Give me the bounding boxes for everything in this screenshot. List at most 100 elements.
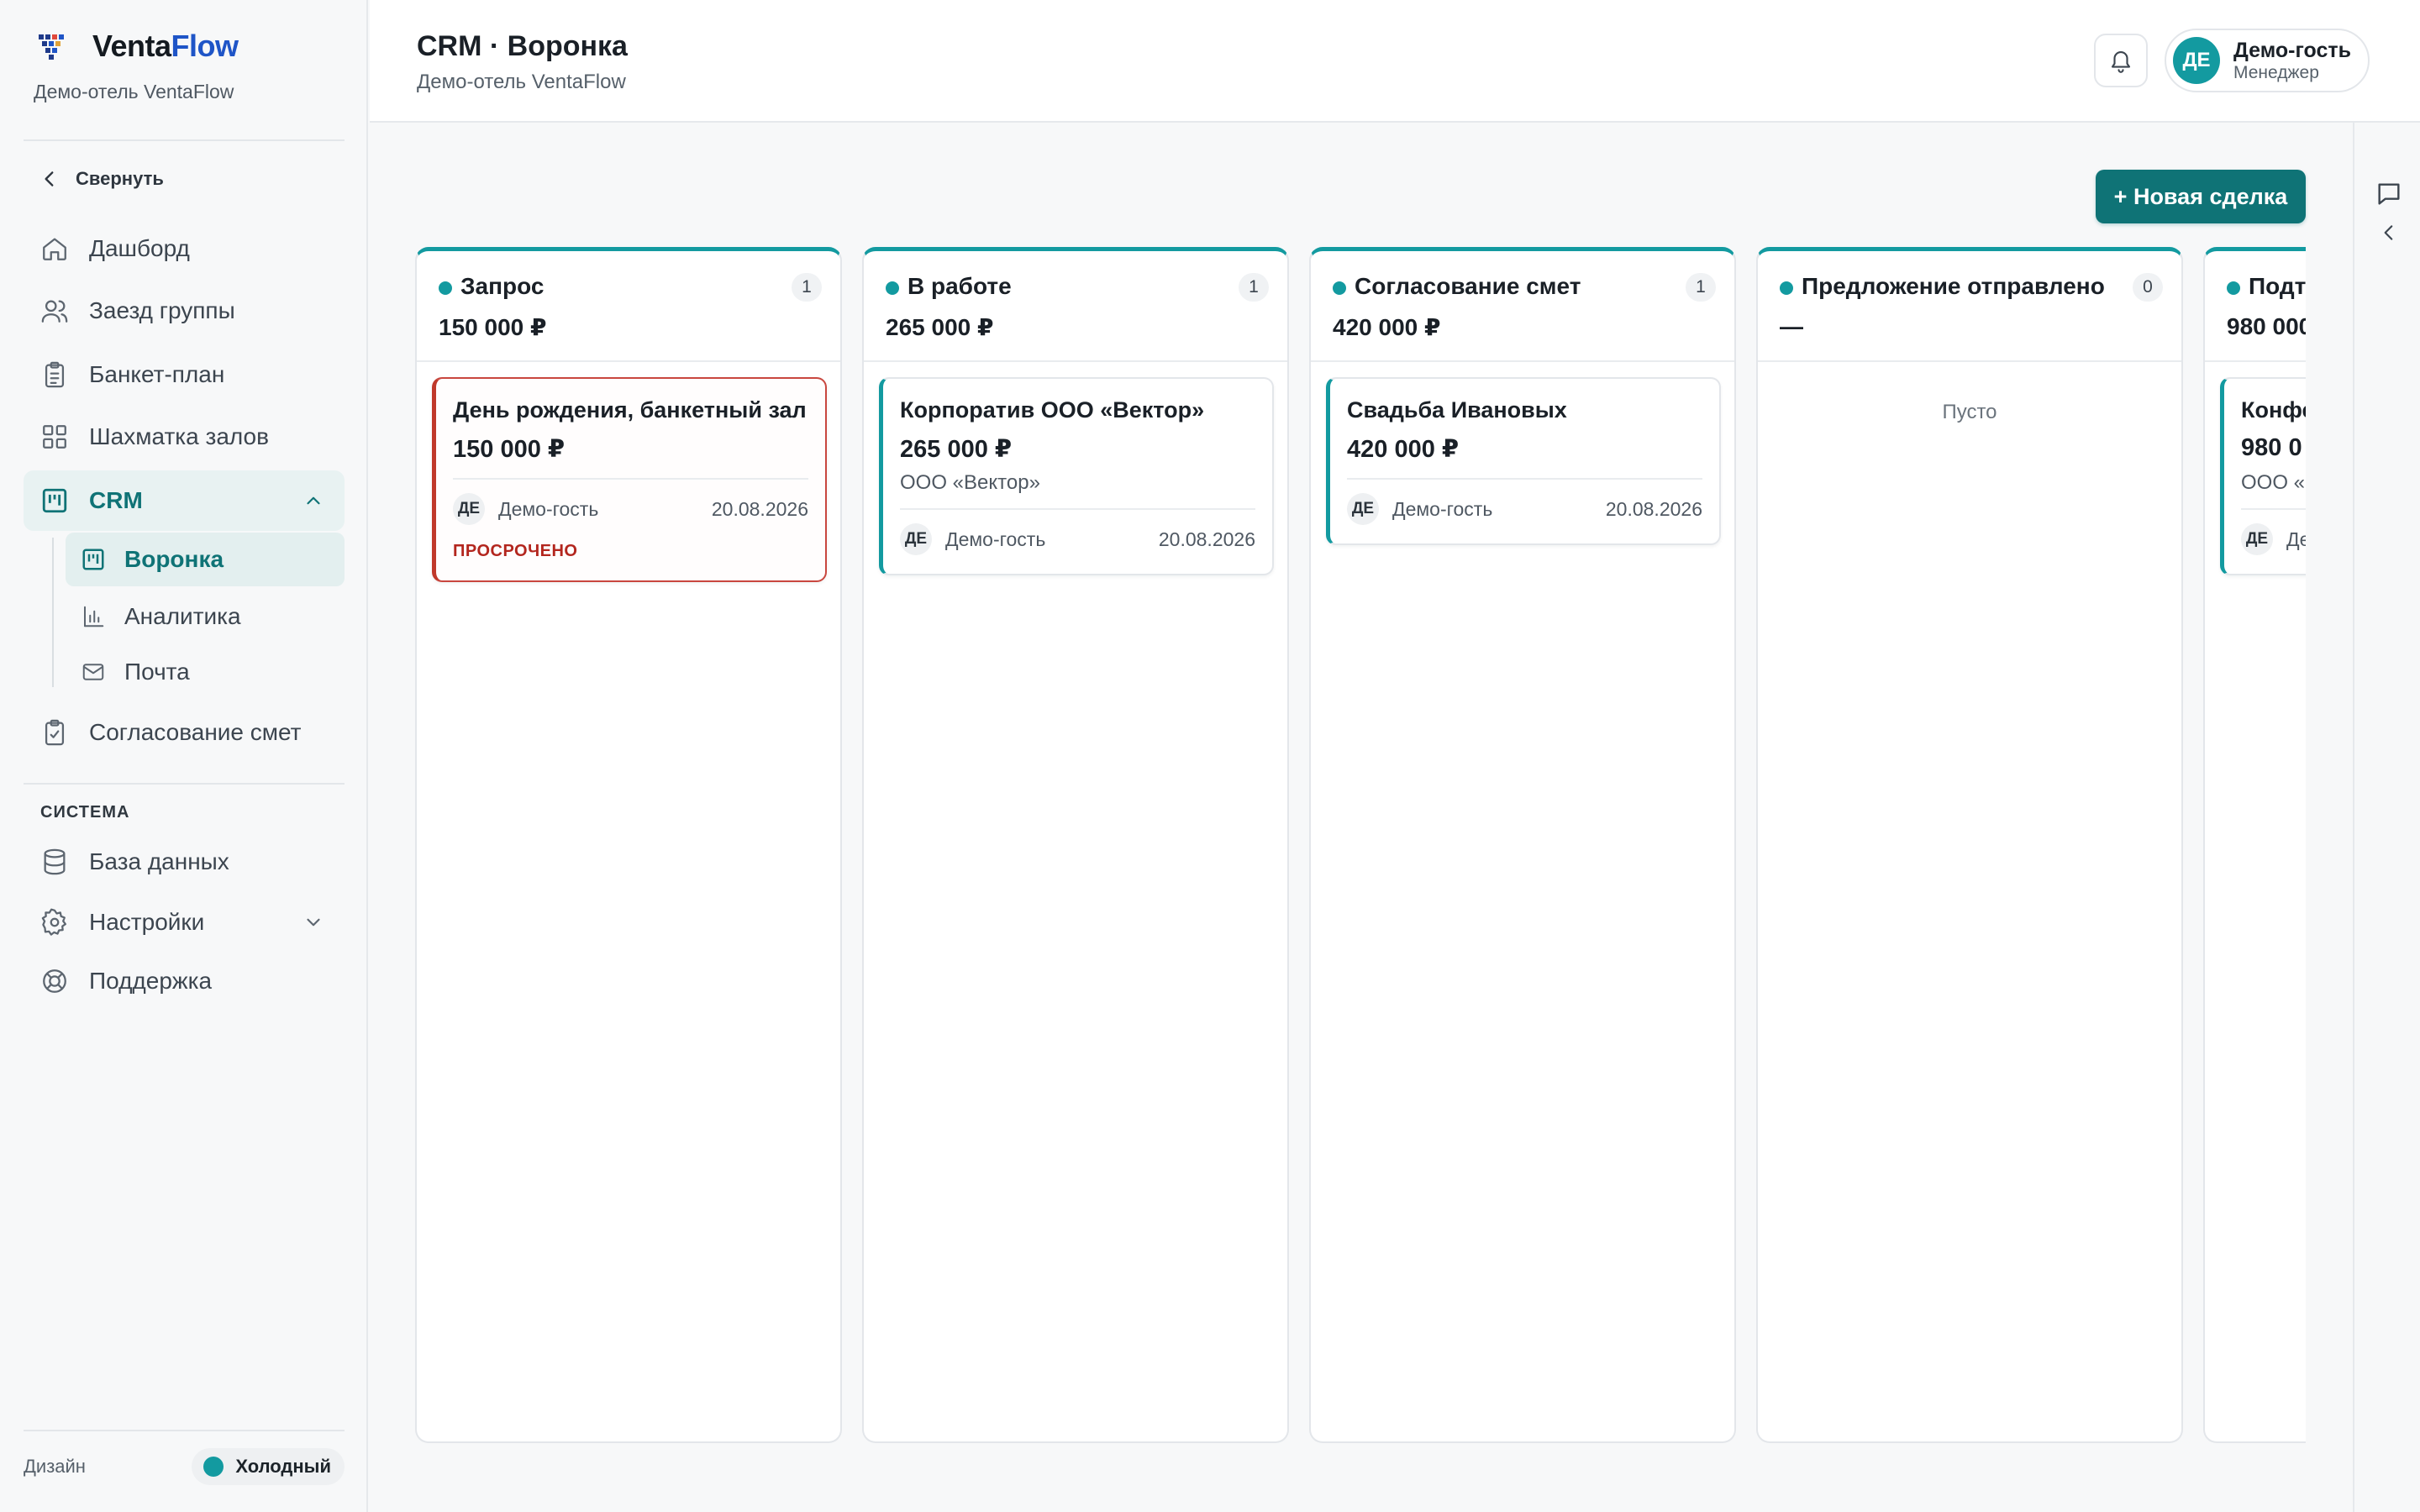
design-switcher: Дизайн Холодный <box>24 1446 345 1487</box>
chevron-down-icon <box>307 918 320 927</box>
right-rail <box>2353 123 2420 1512</box>
logo-icon <box>39 34 64 60</box>
card-divider <box>2241 508 2306 510</box>
deal-date: 20.08.2026 <box>1158 528 1255 550</box>
deal-title: Корпоратив ООО «Вектор» <box>900 397 1205 423</box>
topbar: CRM · Воронка Демо-отель VentaFlow ДЕ Де… <box>370 0 2420 123</box>
deal-meta: ДЕ Демо-гость 20.08.2026 <box>453 491 808 527</box>
sidebar-subitem-funnel[interactable]: Воронка <box>66 533 345 586</box>
column-title: Подт <box>2249 273 2306 299</box>
collapse-sidebar-button[interactable]: Свернуть <box>39 163 164 195</box>
column-header: Подт 980 000 <box>2205 251 2306 362</box>
kanban-board: Запрос 1 150 000 ₽ День рождения, банкет… <box>415 247 2306 1450</box>
deal-card[interactable]: Корпоратив ООО «Вектор» 265 000 ₽ ООО «В… <box>879 377 1274 575</box>
brand[interactable]: VentaFlow <box>37 25 239 67</box>
deal-title: Свадьба Ивановых <box>1347 397 1567 423</box>
deal-amount: 150 000 ₽ <box>453 436 566 463</box>
chevron-left-icon[interactable] <box>2378 222 2400 244</box>
deal-company: ООО «Вектор» <box>900 471 1040 494</box>
kanban-column: В работе 1 265 000 ₽ Корпоратив ООО «Век… <box>862 247 1289 1443</box>
deal-owner: Демо-гость <box>945 528 1046 550</box>
deal-date: 20.08.2026 <box>711 497 808 520</box>
kanban-column: Предложение отправлено 0 — Пусто <box>1756 247 2183 1443</box>
column-header: В работе 1 265 000 ₽ <box>864 251 1287 362</box>
new-deal-button[interactable]: + Новая сделка <box>2096 170 2306 223</box>
sidebar-subitem-mail[interactable]: Почта <box>66 645 345 699</box>
kanban-column: Запрос 1 150 000 ₽ День рождения, банкет… <box>415 247 842 1443</box>
deal-meta: ДЕ Демо-гость 20.08.2026 <box>1347 491 1702 527</box>
sidebar-item-dashboard[interactable]: Дашборд <box>24 218 345 279</box>
card-divider <box>453 478 808 480</box>
sidebar-item-halls-grid[interactable]: Шахматка залов <box>24 407 345 467</box>
sidebar-item-estimates-approval[interactable]: Согласование смет <box>24 702 345 763</box>
hotel-name: Демо-отель VentaFlow <box>34 81 234 102</box>
theme-selector[interactable]: Холодный <box>192 1448 345 1485</box>
column-sum: 150 000 ₽ <box>439 314 547 340</box>
chat-icon[interactable] <box>2375 180 2403 208</box>
user-menu[interactable]: ДЕ Демо-гость Менеджер <box>2165 29 2370 92</box>
kanban-column: Подт 980 000 Конфе 980 0 ООО « ДЕ Де <box>2203 247 2306 1443</box>
card-divider <box>1347 478 1702 480</box>
theme-label: Холодный <box>235 1456 331 1477</box>
divider <box>24 139 345 141</box>
gear-icon <box>41 908 67 936</box>
owner-avatar: ДЕ <box>1347 493 1379 525</box>
kanban-icon <box>42 488 67 513</box>
column-header: Запрос 1 150 000 ₽ <box>417 251 840 362</box>
deal-title: День рождения, банкетный зал <box>453 397 807 423</box>
section-label-system: СИСТЕМА <box>40 803 130 822</box>
deal-card[interactable]: Конфе 980 0 ООО « ДЕ Де <box>2220 377 2306 575</box>
kanban-icon <box>82 549 104 570</box>
column-header: Согласование смет 1 420 000 ₽ <box>1311 251 1734 362</box>
chevron-up-icon <box>307 496 320 505</box>
column-count-badge: 1 <box>792 273 822 302</box>
deal-amount: 265 000 ₽ <box>900 436 1013 463</box>
deal-date: 20.08.2026 <box>1605 497 1702 520</box>
deal-title: Конфе <box>2241 397 2306 423</box>
bar-chart-icon <box>84 606 104 627</box>
divider <box>24 783 345 785</box>
sidebar-item-settings[interactable]: Настройки <box>24 892 345 953</box>
mail-icon <box>82 664 104 680</box>
deal-card[interactable]: Свадьба Ивановых 420 000 ₽ ДЕ Демо-гость… <box>1326 377 1721 545</box>
deal-amount: 420 000 ₽ <box>1347 436 1460 463</box>
sidebar-subitem-analytics[interactable]: Аналитика <box>66 590 345 643</box>
page-subtitle: Демо-отель VentaFlow <box>417 71 626 93</box>
owner-avatar: ДЕ <box>2241 523 2273 555</box>
card-divider <box>900 508 1255 510</box>
deal-owner: Демо-гость <box>1392 497 1493 520</box>
deal-company: ООО « <box>2241 471 2306 494</box>
column-sum: 980 000 <box>2227 313 2306 339</box>
sidebar-item-support[interactable]: Поддержка <box>24 951 345 1011</box>
owner-avatar: ДЕ <box>453 493 485 525</box>
sidebar-item-crm[interactable]: CRM <box>24 470 345 531</box>
stage-dot <box>1780 281 1793 295</box>
deal-amount: 980 0 <box>2241 434 2302 461</box>
column-sum: 420 000 ₽ <box>1333 314 1441 340</box>
column-sum: — <box>1780 313 1803 339</box>
sidebar-item-group-checkin[interactable]: Заезд группы <box>24 281 345 341</box>
database-icon <box>44 848 66 875</box>
sidebar-item-database[interactable]: База данных <box>24 832 345 892</box>
deal-card[interactable]: День рождения, банкетный зал 150 000 ₽ Д… <box>432 377 827 582</box>
deal-meta: ДЕ Демо-гость 20.08.2026 <box>900 522 1255 557</box>
sidebar-item-banquet-plan[interactable]: Банкет-план <box>24 344 345 405</box>
column-title: Предложение отправлено <box>1802 273 2105 299</box>
user-name: Демо-гость <box>2233 39 2351 62</box>
clipboard-check-icon <box>45 719 65 746</box>
grid-icon <box>43 425 66 449</box>
lifebuoy-icon <box>43 969 66 993</box>
clipboard-icon <box>45 361 65 388</box>
stage-dot <box>2227 281 2240 295</box>
column-title: Согласование смет <box>1355 273 1581 299</box>
divider <box>24 1430 345 1431</box>
column-title: В работе <box>908 273 1012 299</box>
sidebar: VentaFlow Демо-отель VentaFlow Свернуть … <box>0 0 368 1512</box>
subnav-guide <box>52 538 54 687</box>
notifications-button[interactable] <box>2094 34 2148 87</box>
empty-state: Пусто <box>1942 401 1997 423</box>
deal-owner: Демо-гость <box>498 497 599 520</box>
deal-meta: ДЕ Де <box>2241 522 2306 557</box>
column-sum: 265 000 ₽ <box>886 314 994 340</box>
column-count-badge: 1 <box>1239 273 1269 302</box>
